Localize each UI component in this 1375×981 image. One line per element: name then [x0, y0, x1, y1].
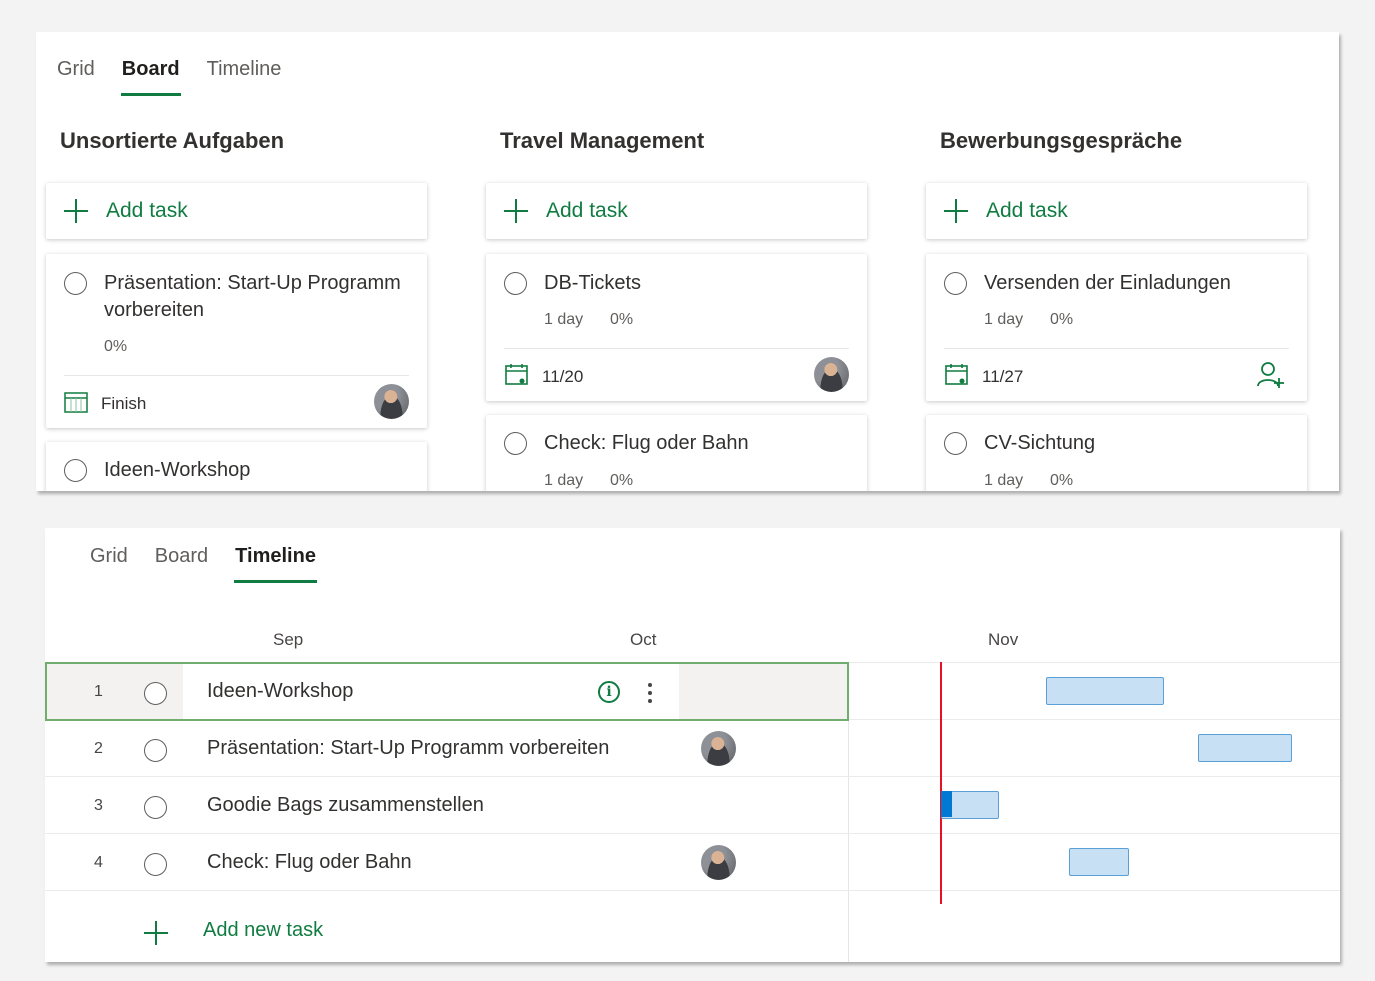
month-label: Sep	[273, 630, 304, 649]
view-tabs: Grid Board Timeline	[57, 58, 308, 96]
plus-icon	[944, 199, 968, 223]
bucket-title: Travel Management	[500, 128, 705, 153]
task-card[interactable]: Präsentation: Start-Up Programm vorberei…	[46, 254, 427, 428]
complete-task-checkbox[interactable]	[64, 272, 87, 295]
bucket-title: Bewerbungsgespräche	[940, 128, 1183, 153]
task-progress: 0%	[1050, 311, 1074, 328]
complete-task-checkbox[interactable]	[504, 432, 527, 455]
gantt-bar[interactable]	[1046, 677, 1164, 705]
add-task-label: Add task	[106, 199, 188, 222]
add-new-task-button[interactable]: Add new task	[144, 919, 324, 945]
plus-icon	[64, 199, 88, 223]
task-card[interactable]: Ideen-Workshop	[46, 442, 427, 491]
view-tabs: Grid Board Timeline	[90, 545, 343, 583]
complete-task-checkbox[interactable]	[944, 432, 967, 455]
row-number: 1	[94, 683, 103, 700]
due-date: 11/20	[542, 367, 584, 386]
task-title: Check: Flug oder Bahn	[544, 432, 749, 454]
task-card[interactable]: CV-Sichtung 1 day 0%	[926, 415, 1307, 491]
task-title: DB-Tickets	[544, 272, 642, 294]
board-view-panel: Grid Board Timeline Unsortierte Aufgaben…	[36, 32, 1339, 491]
gantt-bar[interactable]	[1198, 734, 1292, 762]
task-title-continued: vorbereiten	[104, 299, 205, 321]
add-task-button[interactable]: Add task	[926, 183, 1307, 239]
month-label: Oct	[630, 630, 657, 649]
add-task-button[interactable]: Add task	[46, 183, 427, 239]
complete-task-checkbox[interactable]	[64, 459, 87, 482]
task-duration: 1 day	[984, 472, 1024, 489]
tab-board[interactable]: Board	[120, 58, 181, 96]
task-progress: 0%	[104, 338, 128, 355]
tab-timeline[interactable]: Timeline	[207, 58, 282, 81]
complete-task-checkbox[interactable]	[944, 272, 967, 295]
month-label: Nov	[988, 630, 1019, 649]
task-title[interactable]: Ideen-Workshop	[207, 680, 353, 703]
row-number: 4	[94, 854, 103, 871]
row-divider	[45, 833, 1340, 834]
card-divider	[944, 348, 1289, 349]
task-title: CV-Sichtung	[984, 432, 1096, 454]
task-progress: 0%	[610, 311, 634, 328]
timeline-view-panel: Grid Board Timeline Sep Oct Nov 1 Ideen-…	[45, 528, 1340, 962]
gantt-bar[interactable]	[941, 791, 999, 819]
complete-task-checkbox[interactable]	[504, 272, 527, 295]
assignee-avatar[interactable]	[814, 357, 849, 392]
row-divider	[45, 776, 1340, 777]
plus-icon	[144, 920, 168, 945]
row-number: 3	[94, 797, 103, 814]
task-card[interactable]: Versenden der Einladungen 1 day 0% 11/27	[926, 254, 1307, 401]
gantt-bar[interactable]	[1069, 848, 1129, 876]
task-duration: 1 day	[544, 472, 584, 489]
task-progress: 0%	[1050, 472, 1074, 489]
complete-task-checkbox[interactable]	[144, 796, 167, 819]
task-title[interactable]: Goodie Bags zusammenstellen	[207, 794, 484, 817]
tab-timeline[interactable]: Timeline	[234, 545, 317, 583]
complete-task-checkbox[interactable]	[144, 853, 167, 876]
info-icon[interactable]: i	[598, 681, 620, 703]
task-title: Präsentation: Start-Up Programm	[104, 272, 401, 294]
calendar-icon	[945, 364, 968, 385]
card-divider	[64, 375, 409, 376]
task-duration: 1 day	[984, 311, 1024, 328]
plus-icon	[504, 199, 528, 223]
assignee-avatar[interactable]	[374, 384, 409, 419]
add-task-button[interactable]: Add task	[486, 183, 867, 239]
add-person-icon[interactable]	[1257, 361, 1285, 389]
task-title[interactable]: Präsentation: Start-Up Programm vorberei…	[207, 737, 609, 760]
row-divider	[848, 662, 1340, 663]
complete-task-checkbox[interactable]	[144, 739, 167, 762]
complete-task-checkbox[interactable]	[144, 682, 167, 705]
planner-icon	[64, 392, 88, 413]
task-card[interactable]: Check: Flug oder Bahn 1 day 0%	[486, 415, 867, 491]
add-task-label: Add task	[546, 199, 628, 222]
more-options-icon[interactable]	[648, 683, 652, 707]
due-date: 11/27	[982, 367, 1024, 386]
tab-grid[interactable]: Grid	[57, 58, 95, 81]
task-title: Versenden der Einladungen	[984, 272, 1231, 294]
add-new-task-label: Add new task	[203, 919, 324, 941]
task-progress: 0%	[610, 472, 634, 489]
gantt-bar-progress	[941, 791, 952, 817]
tab-grid[interactable]: Grid	[90, 545, 128, 568]
bucket-title: Unsortierte Aufgaben	[60, 128, 285, 153]
task-card[interactable]: DB-Tickets 1 day 0% 11/20	[486, 254, 867, 401]
row-number: 2	[94, 740, 103, 757]
assignee-avatar[interactable]	[701, 845, 736, 880]
card-divider	[504, 348, 849, 349]
add-task-label: Add task	[986, 199, 1068, 222]
task-title[interactable]: Check: Flug oder Bahn	[207, 851, 412, 874]
today-marker	[940, 662, 942, 904]
row-divider	[45, 890, 1340, 891]
task-title: Ideen-Workshop	[104, 459, 251, 481]
tab-board[interactable]: Board	[155, 545, 208, 568]
task-duration: 1 day	[544, 311, 584, 328]
task-footer-label: Finish	[101, 394, 147, 413]
calendar-icon	[505, 364, 528, 385]
assignee-avatar[interactable]	[701, 731, 736, 766]
